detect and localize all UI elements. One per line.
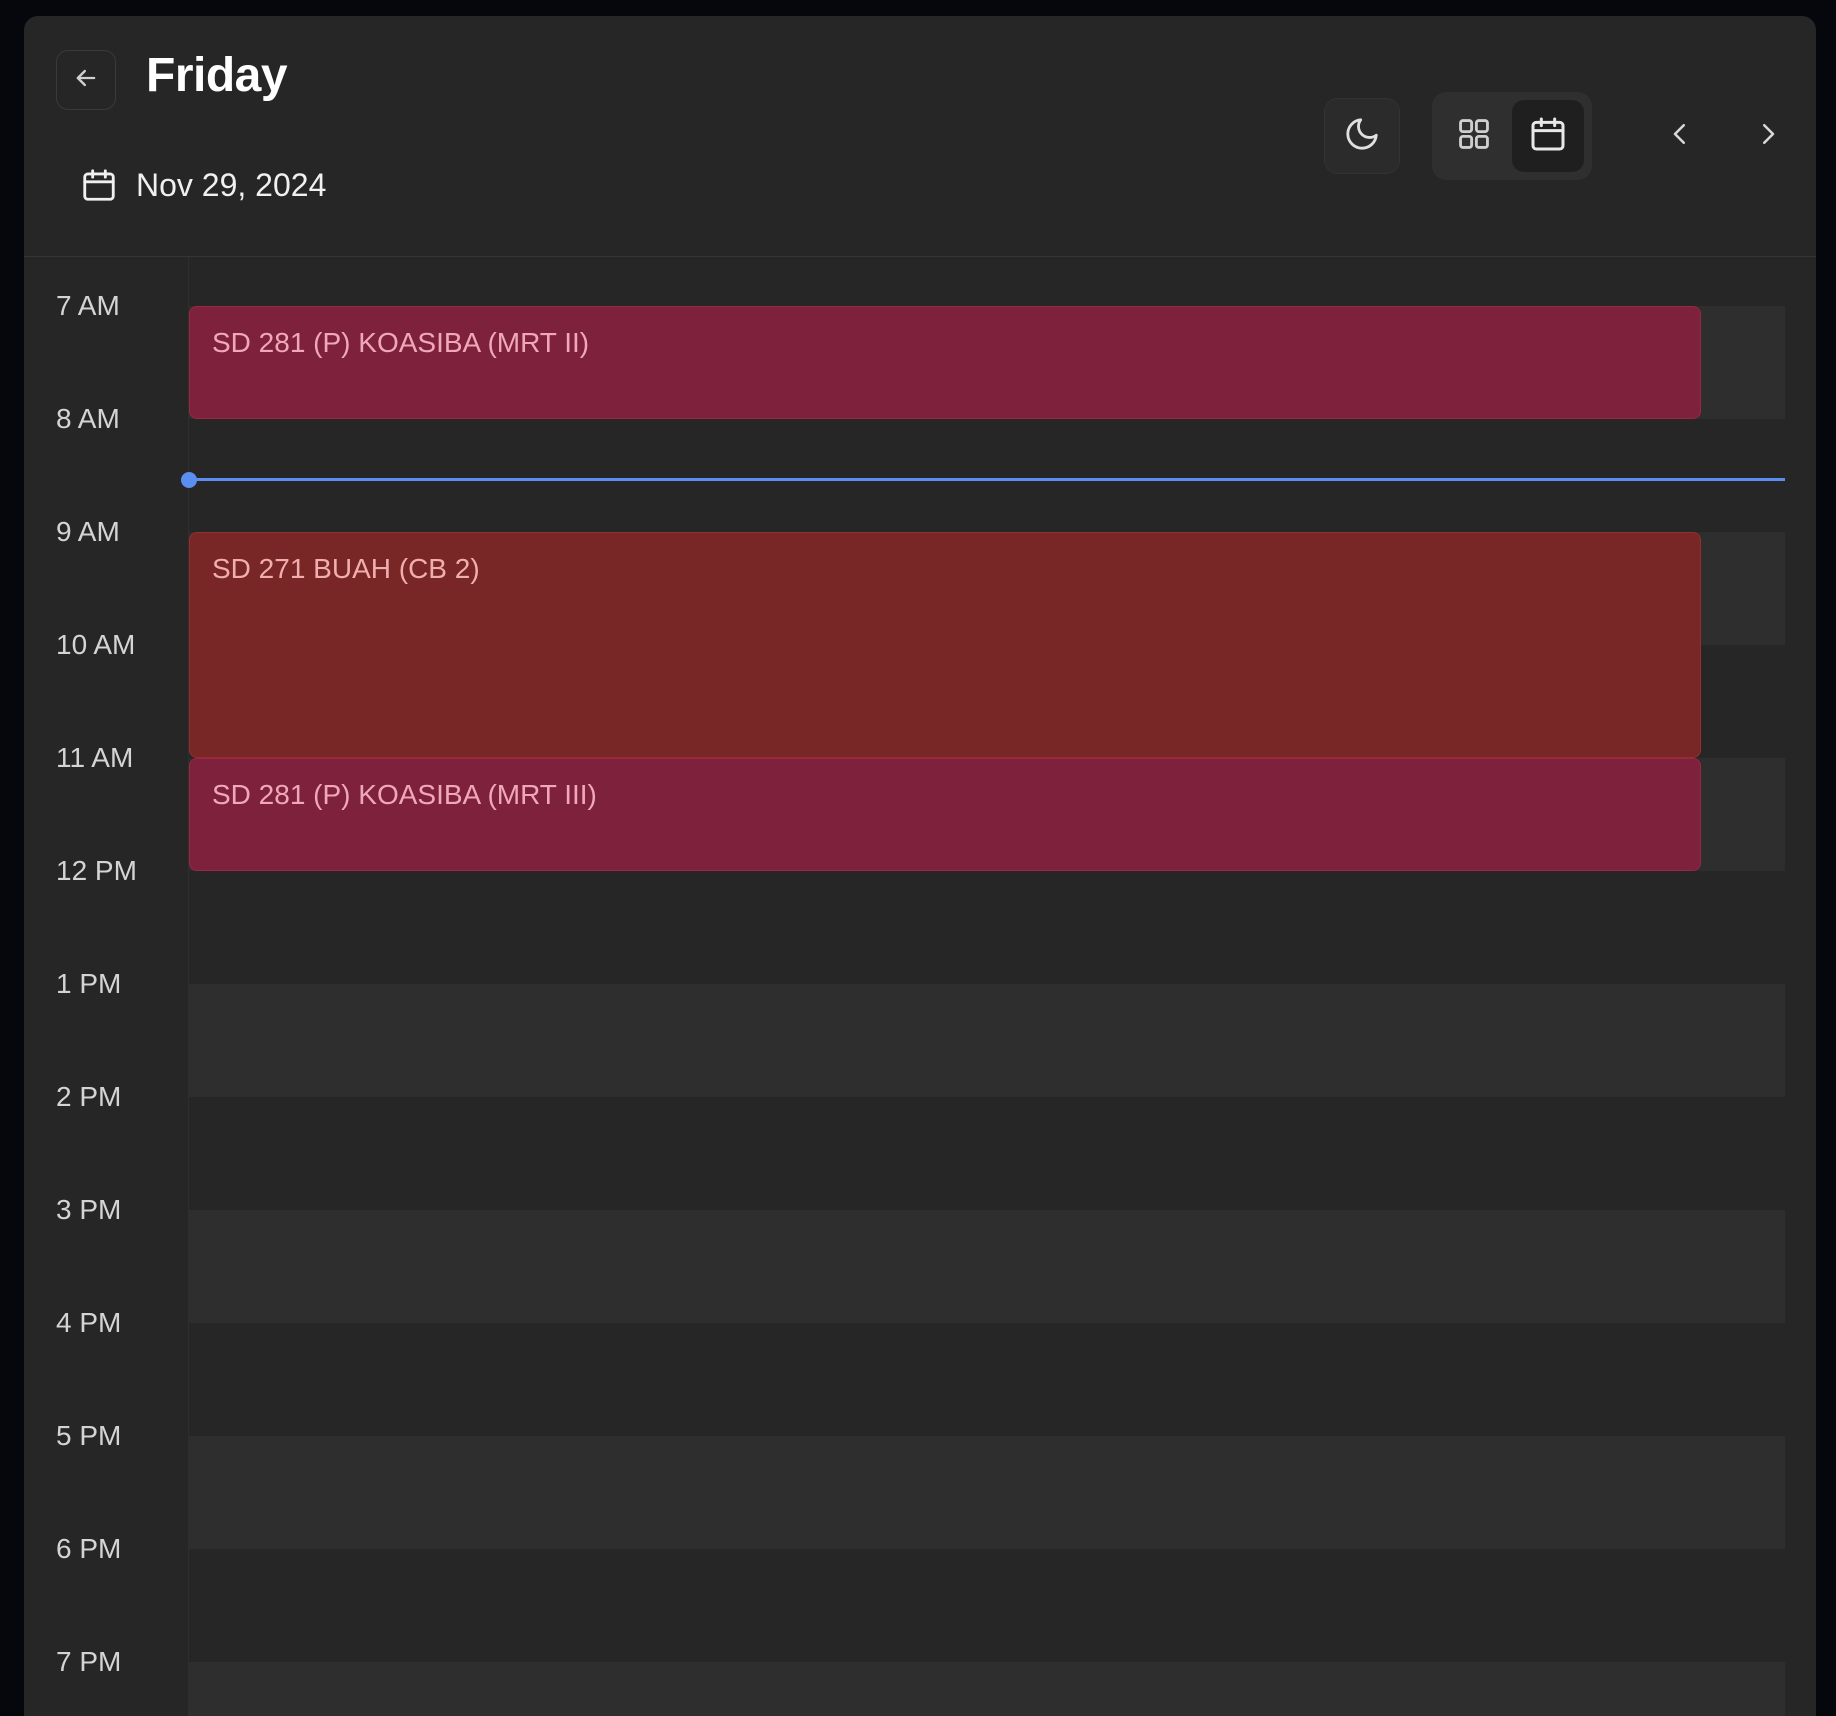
current-time-line (189, 477, 1785, 481)
time-label: 6 PM (56, 1533, 122, 1564)
theme-toggle-button[interactable] (1324, 98, 1400, 174)
time-label: 10 AM (56, 629, 136, 660)
calendar-icon (80, 165, 118, 205)
calendar-icon (1528, 114, 1568, 159)
event-title: SD 281 (P) KOASIBA (MRT III) (212, 779, 597, 810)
grid-icon (1455, 115, 1493, 158)
page-title: Friday (146, 49, 288, 102)
time-label: 3 PM (56, 1194, 122, 1225)
time-label: 11 AM (56, 742, 134, 773)
day-column[interactable]: SD 281 (P) KOASIBA (MRT II) SD 271 BUAH (… (181, 257, 1785, 1716)
current-time-dot (181, 471, 197, 488)
event-block[interactable]: SD 281 (P) KOASIBA (MRT III) (189, 758, 1701, 871)
hour-band (189, 1210, 1785, 1323)
event-block[interactable]: SD 281 (P) KOASIBA (MRT II) (189, 306, 1701, 419)
time-label: 12 PM (56, 855, 137, 886)
time-label: 7 PM (56, 1646, 122, 1677)
event-title: SD 281 (P) KOASIBA (MRT II) (212, 327, 590, 358)
arrow-left-icon (72, 64, 100, 97)
previous-day-button[interactable] (1660, 116, 1700, 156)
event-title: SD 271 BUAH (CB 2) (212, 553, 480, 584)
calendar-day-panel: Friday Nov 29, 2024 SD 281 (P) KOASIBA (… (24, 16, 1816, 1716)
view-toggle (1432, 92, 1592, 180)
moon-icon (1343, 115, 1381, 158)
back-button[interactable] (56, 50, 116, 110)
hour-band (189, 1436, 1785, 1549)
time-label: 9 AM (56, 516, 120, 547)
chevron-left-icon (1665, 119, 1695, 154)
time-label: 5 PM (56, 1420, 122, 1451)
day-header: Friday Nov 29, 2024 (24, 16, 1816, 257)
time-label: 1 PM (56, 968, 122, 999)
grid-view-button[interactable] (1438, 100, 1510, 172)
chevron-right-icon (1753, 119, 1783, 154)
time-label: 7 AM (56, 290, 120, 321)
date-text: Nov 29, 2024 (136, 166, 327, 203)
time-label: 2 PM (56, 1081, 122, 1112)
timeline: SD 281 (P) KOASIBA (MRT II) SD 271 BUAH (… (24, 257, 1816, 1716)
hour-band (189, 1662, 1785, 1716)
event-block[interactable]: SD 271 BUAH (CB 2) (189, 532, 1701, 758)
time-label: 4 PM (56, 1307, 122, 1338)
next-day-button[interactable] (1748, 116, 1788, 156)
date-display: Nov 29, 2024 (80, 162, 326, 208)
time-label: 8 AM (56, 403, 120, 434)
hour-band (189, 984, 1785, 1097)
calendar-view-button[interactable] (1512, 100, 1584, 172)
